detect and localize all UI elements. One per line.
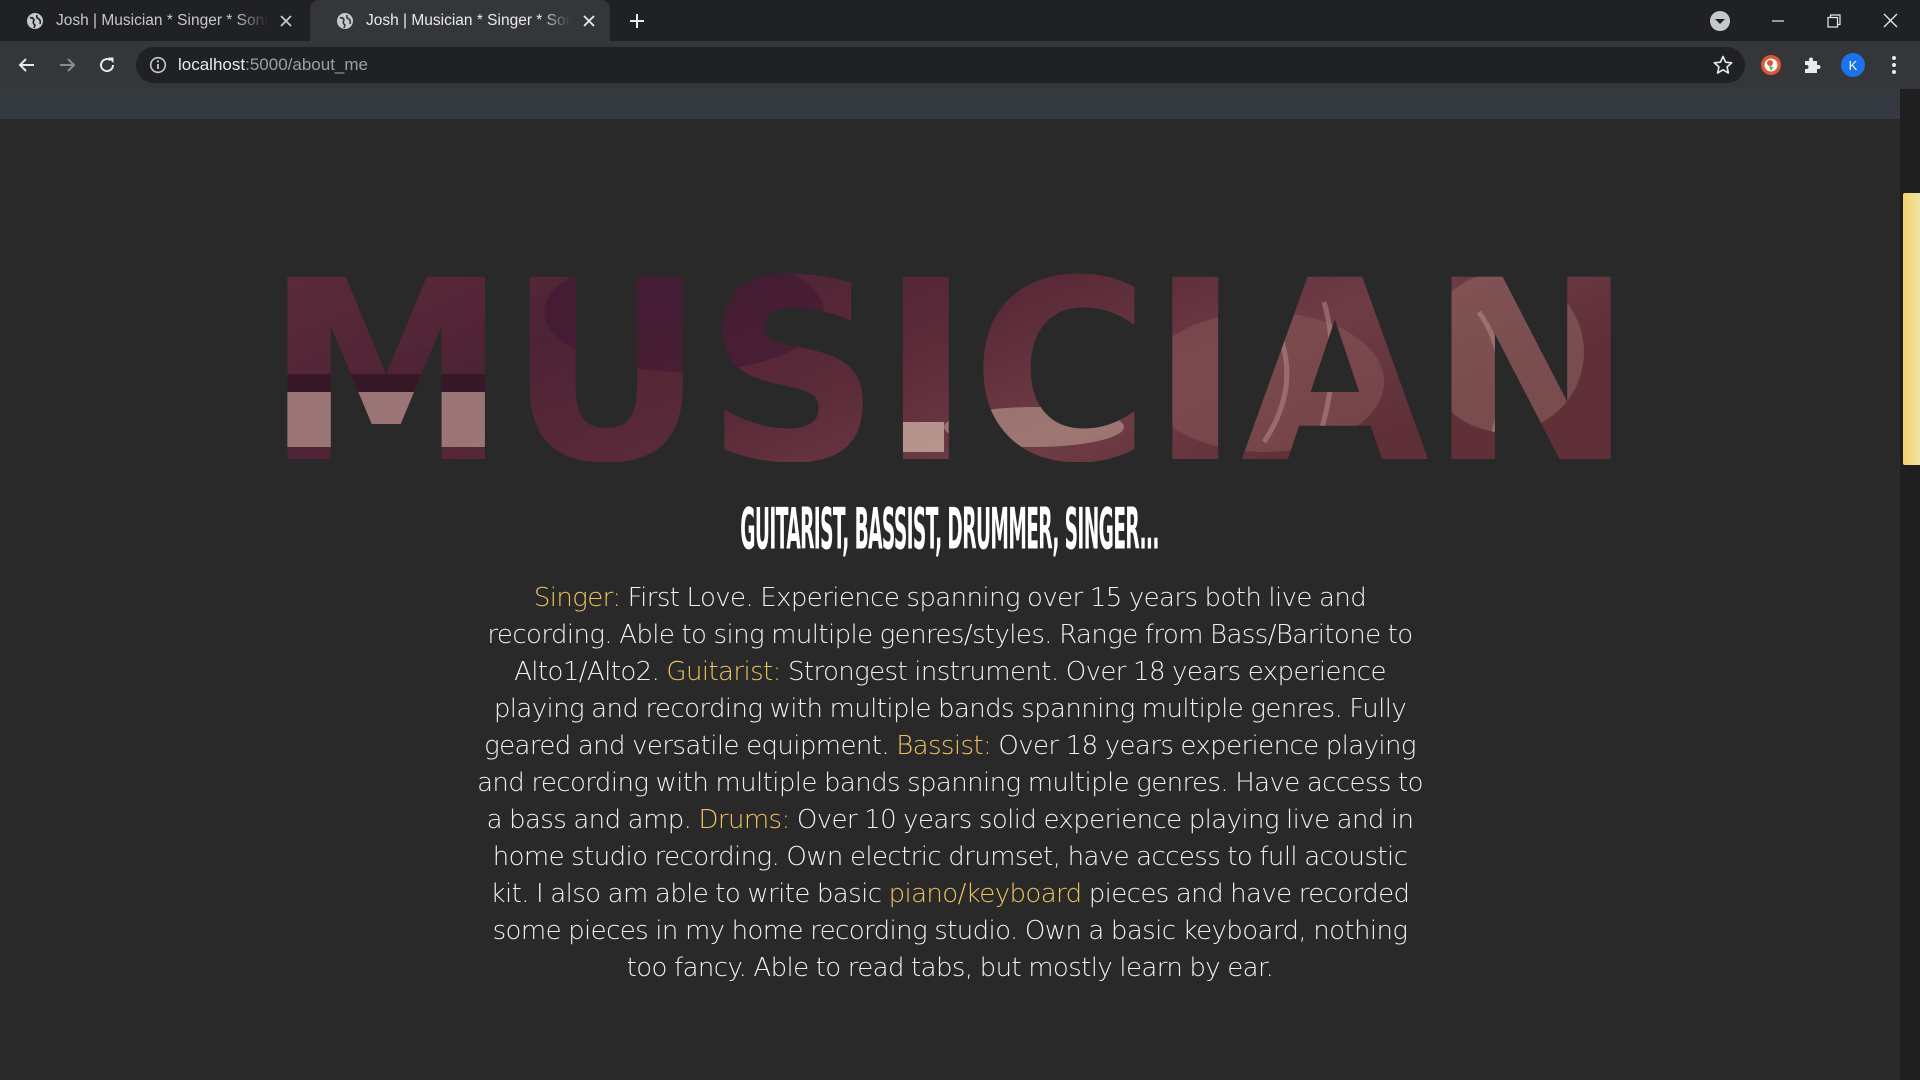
bio-highlight: Drums:	[698, 805, 790, 835]
globe-icon	[27, 12, 43, 29]
site-navbar	[0, 89, 1900, 119]
address-bar[interactable]: localhost:5000/about_me	[136, 47, 1745, 83]
hero-word-graphic: MUSICIAN	[265, 262, 1633, 462]
page-subtitle-wrap: Guitarist, Bassist, Drummer, Singer...	[0, 497, 1900, 564]
bio-highlight: Bassist:	[896, 731, 992, 761]
plus-icon[interactable]	[624, 8, 650, 34]
close-icon[interactable]	[276, 11, 296, 31]
tab-title: Josh | Musician * Singer * Songwriter	[366, 11, 572, 29]
tab-strip: Josh | Musician * Singer * Songwriter Jo…	[0, 0, 1920, 41]
bio-highlight: Singer:	[533, 583, 621, 613]
duckduckgo-icon[interactable]	[1759, 53, 1783, 77]
page-scrollbar[interactable]	[1900, 89, 1920, 1080]
close-icon[interactable]	[579, 11, 598, 31]
url-path: :5000/about_me	[245, 55, 368, 74]
browser-tab-active[interactable]: Josh | Musician * Singer * Songwriter	[310, 0, 610, 41]
url-text[interactable]: localhost:5000/about_me	[178, 47, 368, 83]
forward-icon[interactable]	[52, 50, 82, 80]
minimize-icon[interactable]	[1750, 0, 1806, 41]
info-icon[interactable]	[149, 56, 167, 74]
url-host: localhost	[178, 55, 246, 74]
hero-word: MUSICIAN	[265, 262, 1633, 462]
tab-search-icon[interactable]	[1708, 9, 1732, 33]
bio-paragraph: Singer: First Love. Experience spanning …	[470, 580, 1430, 987]
reload-icon[interactable]	[92, 50, 122, 80]
bio-highlight: Guitarist:	[666, 657, 781, 687]
restore-icon[interactable]	[1806, 0, 1862, 41]
scroll-thumb[interactable]	[1903, 193, 1920, 465]
extensions-puzzle-icon[interactable]	[1800, 53, 1824, 77]
star-icon[interactable]	[1713, 55, 1733, 75]
bio-highlight: piano/keyboard	[888, 879, 1083, 909]
globe-icon	[337, 12, 353, 29]
page-subtitle: Guitarist, Bassist, Drummer, Singer...	[740, 497, 1160, 564]
profile-avatar[interactable]: K	[1841, 53, 1865, 77]
back-icon[interactable]	[12, 50, 42, 80]
close-window-icon[interactable]	[1862, 0, 1918, 41]
hero-title: MUSICIAN	[264, 262, 1634, 462]
browser-tab[interactable]: Josh | Musician * Singer * Songwriter	[0, 0, 308, 41]
more-vert-icon[interactable]	[1882, 53, 1906, 77]
tab-title: Josh | Musician * Singer * Songwriter	[56, 11, 268, 29]
browser-toolbar: localhost:5000/about_me K	[0, 41, 1920, 89]
